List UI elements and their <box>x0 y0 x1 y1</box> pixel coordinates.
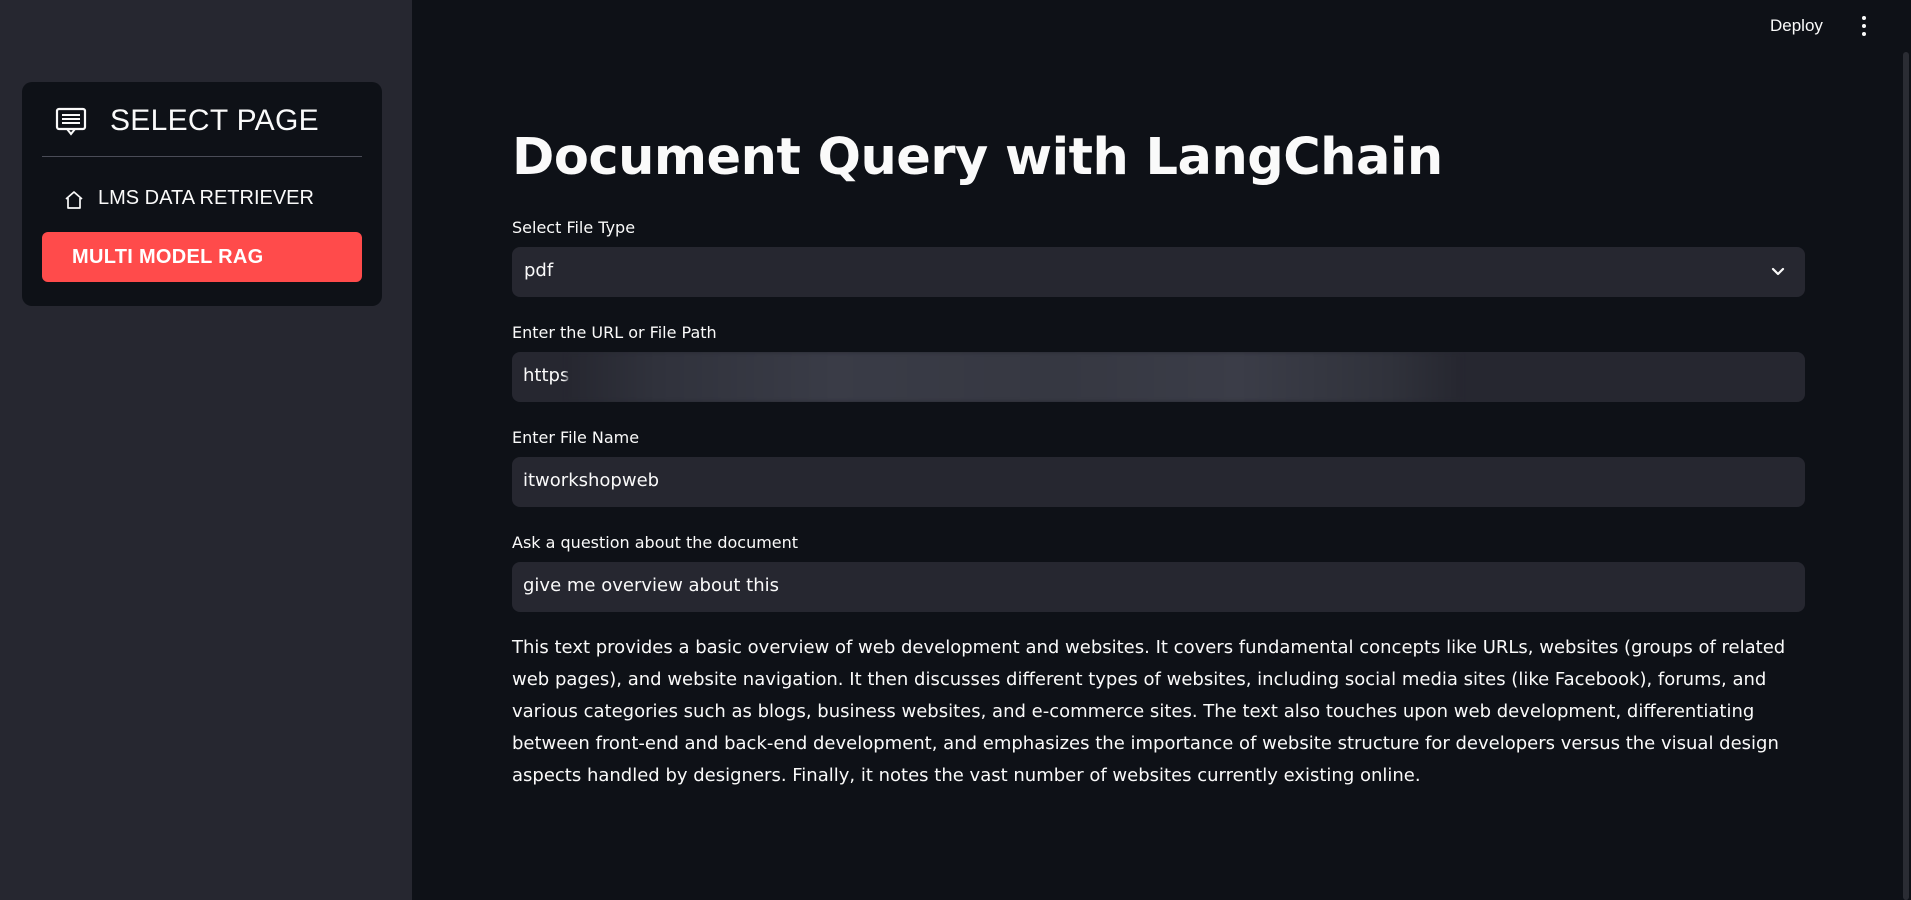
question-value: give me overview about this <box>523 575 780 596</box>
file-type-value: pdf <box>524 260 554 281</box>
vertical-ellipsis-icon[interactable] <box>1857 14 1871 38</box>
file-name-value: itworkshopweb <box>523 470 660 491</box>
list-alt-icon <box>55 107 87 136</box>
url-input[interactable]: https <box>512 352 1805 402</box>
url-label: Enter the URL or File Path <box>512 323 717 342</box>
menu-item-lms-data-retriever[interactable]: LMS DATA RETRIEVER <box>42 174 362 224</box>
scrollbar[interactable] <box>1903 52 1909 900</box>
house-icon <box>65 191 83 209</box>
question-input[interactable]: give me overview about this <box>512 562 1805 612</box>
file-type-select[interactable]: pdf <box>512 247 1805 297</box>
menu-item-label: MULTI MODEL RAG <box>72 246 264 268</box>
redacted-url <box>567 352 1461 402</box>
question-label: Ask a question about the document <box>512 533 799 552</box>
menu-item-label: LMS DATA RETRIEVER <box>98 187 314 209</box>
menu-title: SELECT PAGE <box>110 104 319 137</box>
url-value: https <box>523 365 570 386</box>
menu-header: SELECT PAGE <box>22 82 382 156</box>
deploy-button[interactable]: Deploy <box>1764 14 1829 38</box>
file-type-label: Select File Type <box>512 218 636 237</box>
app-window: SELECT PAGE LMS DATA RETRIEVER MULTI MOD… <box>0 0 1911 900</box>
page-title: Document Query with LangChain <box>512 128 1443 187</box>
menu-item-multi-model-rag[interactable]: MULTI MODEL RAG <box>42 232 362 282</box>
file-name-label: Enter File Name <box>512 428 640 447</box>
menu-divider <box>42 156 362 157</box>
sidebar: SELECT PAGE LMS DATA RETRIEVER MULTI MOD… <box>0 0 412 900</box>
page-menu: SELECT PAGE LMS DATA RETRIEVER MULTI MOD… <box>22 82 382 306</box>
answer-text: This text provides a basic overview of w… <box>512 637 1786 786</box>
file-name-input[interactable]: itworkshopweb <box>512 457 1805 507</box>
chevron-down-icon[interactable] <box>1769 263 1787 281</box>
